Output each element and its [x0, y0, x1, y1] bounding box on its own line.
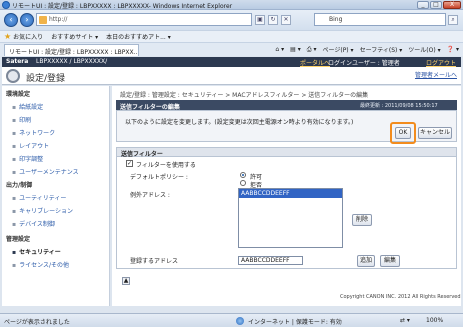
edit-button[interactable]: 編集	[380, 255, 400, 267]
internet-zone-icon	[236, 317, 244, 325]
add-button[interactable]: 追加	[357, 255, 375, 267]
register-address-input[interactable]: AABBCCDDEEFF	[238, 256, 303, 265]
use-filter-label: フィルターを使用する	[136, 162, 196, 169]
search-placeholder: Bing	[329, 16, 343, 23]
sidebar-item-utility[interactable]: ユーティリティー	[12, 193, 109, 202]
page-favicon-icon	[39, 16, 47, 24]
remote-ui-header: Satera LBPXXXXX / LBPXXXXX/ ポータルへ ログインユー…	[2, 57, 461, 67]
sidebar-item-license[interactable]: ライセンス/その他	[12, 260, 109, 269]
ie-logo-icon	[2, 1, 10, 9]
print-icon[interactable]: ⎙ ▾	[307, 46, 317, 54]
delete-button[interactable]: 削除	[352, 214, 372, 226]
zoom-level[interactable]: 100%	[426, 317, 443, 324]
safety-menu[interactable]: セーフティ(S) ▾	[360, 45, 403, 54]
stop-icon[interactable]: ✕	[281, 15, 291, 25]
sidebar-section-env: 環境設定	[6, 91, 31, 98]
sidebar-item-print-adjust[interactable]: 印字調整	[12, 154, 109, 163]
ok-button[interactable]: OK	[395, 127, 411, 139]
suggested-sites-link[interactable]: おすすめサイト ▾	[51, 32, 98, 41]
confirm-message: 以下のように設定を変更します。(設定変更は次回主電源オン時より有効になります。)	[125, 119, 354, 126]
sidebar-item-network[interactable]: ネットワーク	[12, 128, 109, 137]
allow-radio[interactable]	[240, 172, 246, 178]
sidebar-item-layout[interactable]: レイアウト	[12, 141, 109, 150]
window-title: リモートUI : 設定/登録 : LBPXXXXX : LBPXXXXX- Wi…	[12, 3, 233, 10]
sidebar-item-user-maintenance[interactable]: ユーザーメンテナンス	[12, 167, 109, 176]
compat-view-icon[interactable]: ▣	[255, 15, 265, 25]
help-menu[interactable]: ❓ ▾	[447, 46, 459, 53]
status-text: ページが表示されました	[4, 319, 70, 326]
sidebar-item-print[interactable]: 印刷	[12, 115, 109, 124]
search-input[interactable]: Bing	[314, 13, 446, 26]
list-item[interactable]: AABBCCDDEEFF	[239, 189, 342, 198]
admin-mail-link[interactable]: 管理者メールへ	[415, 70, 457, 79]
register-address-label: 登録するアドレス	[130, 258, 179, 265]
address-url: http://	[49, 16, 68, 23]
status-bar: ページが表示されました インターネット | 保護モード: 有効 ⇄ ▾ 100%	[0, 313, 463, 327]
address-input[interactable]: http://	[36, 13, 252, 26]
favorites-bar: ★ お気に入り おすすめサイト ▾ 本日のおすすめアト... ▾	[0, 30, 463, 42]
page-title: 設定/登録	[26, 74, 66, 84]
sidebar-item-device-control[interactable]: デバイス制御	[12, 219, 109, 228]
page-menu[interactable]: ページ(P) ▾	[322, 45, 353, 54]
search-icon[interactable]: ⌕	[448, 15, 458, 25]
favorites-button[interactable]: お気に入り	[13, 32, 43, 41]
portal-link[interactable]: ポータルへ	[300, 58, 330, 67]
tools-menu[interactable]: ツール(O) ▾	[408, 45, 440, 54]
cancel-button[interactable]: キャンセル	[418, 127, 452, 139]
minimize-button[interactable]: _	[417, 1, 429, 9]
deny-radio[interactable]	[240, 180, 246, 186]
default-policy-label: デフォルトポリシー :	[130, 174, 188, 181]
last-updated: 最終更新 : 2011/09/08 15:50:17	[360, 103, 438, 109]
protected-mode-icon[interactable]: ⇄ ▾	[400, 317, 410, 324]
favorites-star-icon: ★	[4, 32, 12, 41]
brand-logo: Satera	[6, 58, 29, 65]
sidebar-item-security[interactable]: セキュリティー	[12, 247, 109, 256]
sidebar-section-output: 出力/制御	[6, 182, 33, 189]
login-user: ログインユーザー : 管理者	[328, 60, 400, 67]
device-model: LBPXXXXX / LBPXXXXX/	[36, 58, 108, 65]
use-filter-checkbox[interactable]: ✓	[126, 160, 133, 167]
window-controls: _ □ X	[416, 1, 461, 9]
back-button[interactable]: ‹	[4, 13, 18, 27]
web-slice-link[interactable]: 本日のおすすめアト... ▾	[106, 32, 171, 41]
forward-button[interactable]: ›	[20, 13, 34, 27]
sidebar-item-calibration[interactable]: キャリブレーション	[12, 206, 109, 215]
sidebar-section-management: 管理設定	[6, 236, 31, 243]
breadcrumb: 設定/登録 : 管理設定 : セキュリティー > MACアドレスフィルター > …	[120, 92, 369, 99]
copyright: Copyright CANON INC. 2012 All Rights Res…	[340, 294, 461, 300]
logout-link[interactable]: ログアウト	[426, 58, 456, 67]
security-zone: インターネット | 保護モード: 有効	[248, 319, 342, 326]
feeds-icon[interactable]: ▤ ▾	[290, 46, 301, 53]
command-bar: ⌂ ▾ ▤ ▾ ⎙ ▾ ページ(P) ▾ セーフティ(S) ▾ ツール(O) ▾…	[275, 45, 459, 55]
close-button[interactable]: X	[443, 1, 461, 9]
refresh-icon[interactable]: ↻	[268, 15, 278, 25]
settings-gear-icon	[6, 69, 20, 83]
page-title-bar	[2, 67, 461, 85]
home-icon[interactable]: ⌂ ▾	[275, 46, 284, 53]
sidebar: 環境設定 給紙設定 印刷 ネットワーク レイアウト 印字調整 ユーザーメンテナン…	[2, 86, 110, 306]
tab-remote-ui[interactable]: リモートUI : 設定/登録 : LBPXXXXX : LBPXX...	[4, 44, 139, 56]
filter-section-title: 送信フィルター	[116, 147, 457, 158]
window-titlebar: リモートUI : 設定/登録 : LBPXXXXX : LBPXXXXX- Wi…	[0, 0, 463, 10]
maximize-button[interactable]: □	[430, 1, 442, 9]
exception-address-label: 例外アドレス :	[130, 192, 170, 199]
page-top-button[interactable]: ▲	[122, 277, 130, 285]
exception-address-list[interactable]: AABBCCDDEEFF	[238, 188, 343, 248]
sidebar-item-paper[interactable]: 給紙設定	[12, 102, 109, 111]
